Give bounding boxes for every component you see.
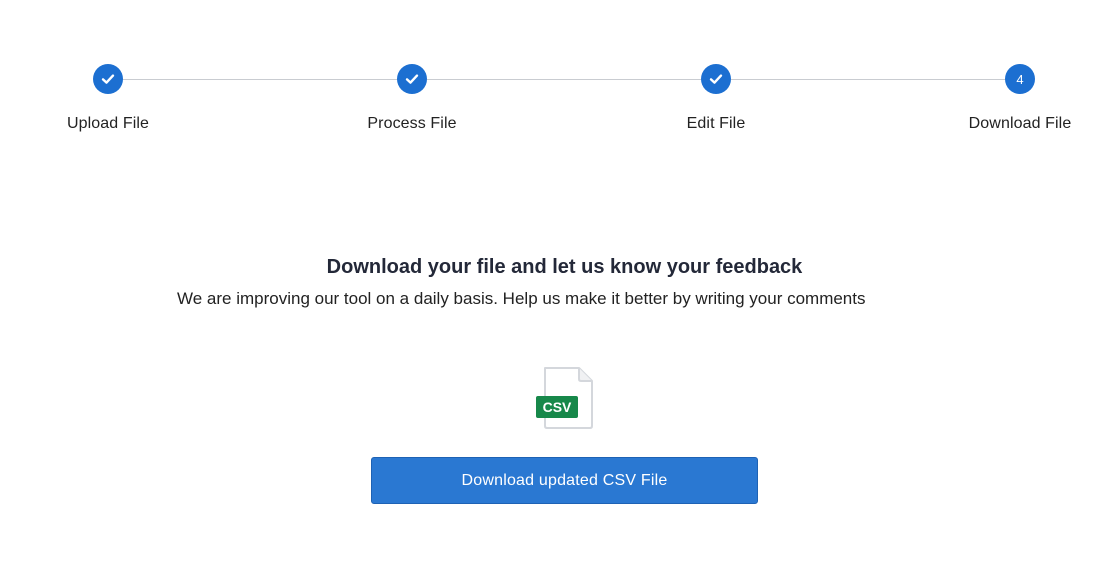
step-edit-file: Edit File — [636, 64, 796, 133]
csv-badge-text: CSV — [543, 399, 572, 415]
feedback-description: We are improving our tool on a daily bas… — [177, 289, 866, 308]
step-number-indicator: 4 — [1005, 64, 1035, 94]
progress-stepper: Upload File Process File Edit File 4 Dow… — [0, 0, 1100, 160]
check-icon — [709, 74, 723, 84]
step-upload-file: Upload File — [28, 64, 188, 133]
csv-file-icon: CSV — [536, 367, 593, 429]
step-process-file: Process File — [332, 64, 492, 133]
step-complete-indicator — [701, 64, 731, 94]
check-icon — [101, 74, 115, 84]
page-title: Download your file and let us know your … — [326, 256, 803, 278]
step-label: Upload File — [66, 115, 150, 132]
download-panel: Download your file and let us know your … — [177, 252, 952, 313]
step-download-file: 4 Download File — [940, 64, 1100, 133]
step-label: Process File — [367, 115, 457, 132]
step-label: Edit File — [686, 115, 746, 132]
check-icon — [405, 74, 419, 84]
step-complete-indicator — [93, 64, 123, 94]
step-label: Download File — [968, 115, 1072, 132]
step-complete-indicator — [397, 64, 427, 94]
download-csv-button[interactable]: Download updated CSV File — [371, 457, 758, 504]
